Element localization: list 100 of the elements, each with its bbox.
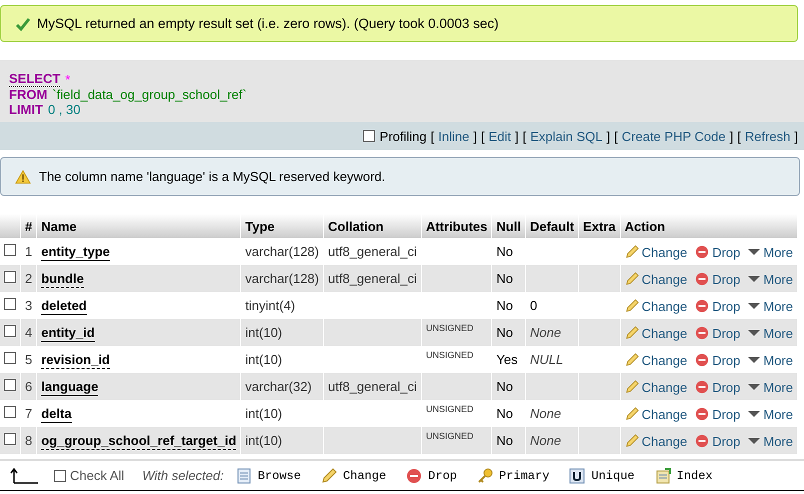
change-link[interactable]: Change bbox=[624, 298, 688, 314]
column-header: Extra bbox=[578, 214, 620, 238]
query-link[interactable]: Edit bbox=[488, 128, 511, 144]
bracket: ] bbox=[473, 128, 477, 144]
column-header: # bbox=[20, 214, 37, 238]
change-link[interactable]: Change bbox=[624, 326, 688, 341]
bulk-action-button[interactable]: Browse bbox=[230, 468, 307, 484]
bulk-action-button[interactable]: Primary bbox=[470, 468, 556, 484]
type-cell: varchar(32) bbox=[245, 379, 312, 394]
drop-link[interactable]: Drop bbox=[695, 298, 740, 314]
drop-link[interactable]: Drop bbox=[695, 326, 740, 341]
profiling-label: Profiling bbox=[380, 128, 427, 144]
bracket: [ bbox=[430, 128, 434, 144]
null-cell: No bbox=[496, 244, 514, 259]
query-link[interactable]: Refresh bbox=[744, 128, 790, 144]
row-number: 1 bbox=[25, 244, 32, 259]
column-header: Null bbox=[492, 214, 526, 238]
sql-keyword: LIMIT bbox=[9, 102, 43, 117]
more-menu[interactable]: More bbox=[748, 380, 793, 395]
collation-cell: utf8_general_ci bbox=[328, 244, 417, 259]
default-cell: None bbox=[530, 325, 562, 340]
type-cell: int(10) bbox=[245, 352, 282, 367]
more-menu[interactable]: More bbox=[748, 406, 793, 422]
null-cell: No bbox=[496, 271, 514, 286]
column-header: Default bbox=[525, 214, 579, 238]
bulk-action-button[interactable]: Drop bbox=[400, 468, 463, 484]
sql-text: 0 , 30 bbox=[48, 102, 80, 117]
type-cell: int(10) bbox=[245, 406, 282, 421]
sql-text: * bbox=[65, 72, 70, 87]
bracket: [ bbox=[480, 128, 485, 144]
row-number: 6 bbox=[25, 379, 32, 394]
default-cell: None bbox=[530, 433, 562, 448]
bracket: [ bbox=[614, 128, 618, 144]
change-link[interactable]: Change bbox=[624, 434, 688, 449]
more-menu[interactable]: More bbox=[748, 298, 793, 314]
change-link[interactable]: Change bbox=[624, 380, 688, 395]
row-number: 5 bbox=[25, 352, 32, 367]
column-name-link[interactable]: entity_type bbox=[41, 244, 110, 261]
default-cell: 0 bbox=[530, 298, 538, 313]
query-link[interactable]: Inline bbox=[438, 128, 470, 144]
type-cell: int(10) bbox=[245, 325, 282, 340]
change-link[interactable]: Change bbox=[624, 406, 688, 422]
bracket: [ bbox=[737, 128, 741, 144]
type-cell: int(10) bbox=[245, 433, 282, 448]
drop-link[interactable]: Drop bbox=[695, 406, 740, 422]
sql-keyword: SELECT bbox=[9, 72, 60, 87]
bulk-action-button[interactable]: Index bbox=[648, 468, 719, 484]
drop-link[interactable]: Drop bbox=[695, 272, 740, 287]
column-name-link[interactable]: language bbox=[41, 379, 98, 396]
query-link[interactable]: Explain SQL bbox=[530, 128, 603, 144]
column-name-link[interactable]: bundle bbox=[41, 271, 84, 288]
column-header: Action bbox=[620, 214, 798, 238]
more-menu[interactable]: More bbox=[748, 272, 793, 287]
more-menu[interactable]: More bbox=[748, 352, 793, 368]
more-menu[interactable]: More bbox=[748, 244, 793, 260]
column-name-link[interactable]: revision_id bbox=[41, 352, 110, 369]
type-cell: varchar(128) bbox=[245, 271, 319, 286]
bracket: ] bbox=[515, 128, 519, 144]
row-number: 8 bbox=[25, 433, 32, 448]
bracket: [ bbox=[522, 128, 526, 144]
column-header: Collation bbox=[324, 214, 422, 238]
check-all-label[interactable]: Check All bbox=[70, 468, 124, 483]
drop-link[interactable]: Drop bbox=[695, 380, 740, 395]
column-name-link[interactable]: entity_id bbox=[41, 325, 95, 342]
column-name-link[interactable]: og_group_school_ref_target_id bbox=[41, 433, 236, 450]
column-name-link[interactable]: delta bbox=[41, 406, 72, 423]
change-link[interactable]: Change bbox=[624, 244, 688, 260]
bracket: ] bbox=[730, 128, 734, 144]
null-cell: No bbox=[496, 298, 514, 313]
row-number: 3 bbox=[25, 298, 32, 313]
bracket: ] bbox=[606, 128, 610, 144]
attributes-cell: UNSIGNED bbox=[426, 431, 474, 441]
query-link[interactable]: Create PHP Code bbox=[622, 128, 726, 144]
success-message: MySQL returned an empty result set (i.e. zero rows). (Query took 0.0003 sec) bbox=[37, 16, 499, 31]
bulk-action-button[interactable]: Change bbox=[314, 468, 392, 484]
row-number: 7 bbox=[25, 406, 32, 421]
drop-link[interactable]: Drop bbox=[695, 244, 740, 260]
type-cell: tinyint(4) bbox=[245, 298, 296, 313]
bulk-action-button[interactable]: Unique bbox=[563, 468, 641, 484]
drop-link[interactable]: Drop bbox=[695, 352, 740, 368]
column-name-link[interactable]: deleted bbox=[41, 298, 87, 315]
more-menu[interactable]: More bbox=[748, 326, 793, 341]
drop-link[interactable]: Drop bbox=[695, 434, 740, 449]
change-link[interactable]: Change bbox=[624, 352, 688, 368]
with-selected-label: With selected: bbox=[142, 468, 224, 483]
sql-keyword: FROM bbox=[9, 87, 48, 102]
null-cell: Yes bbox=[496, 352, 518, 367]
collation-cell: utf8_general_ci bbox=[328, 271, 417, 286]
collation-cell: utf8_general_ci bbox=[328, 379, 417, 394]
more-menu[interactable]: More bbox=[748, 434, 793, 449]
row-number: 4 bbox=[25, 325, 32, 340]
null-cell: No bbox=[496, 433, 514, 448]
null-cell: No bbox=[496, 379, 514, 394]
column-header: Attributes bbox=[421, 214, 492, 238]
bracket: ] bbox=[794, 128, 798, 144]
null-cell: No bbox=[496, 406, 514, 421]
change-link[interactable]: Change bbox=[624, 272, 688, 287]
column-header: Type bbox=[240, 214, 324, 238]
null-cell: No bbox=[496, 325, 514, 340]
type-cell: varchar(128) bbox=[245, 244, 319, 259]
